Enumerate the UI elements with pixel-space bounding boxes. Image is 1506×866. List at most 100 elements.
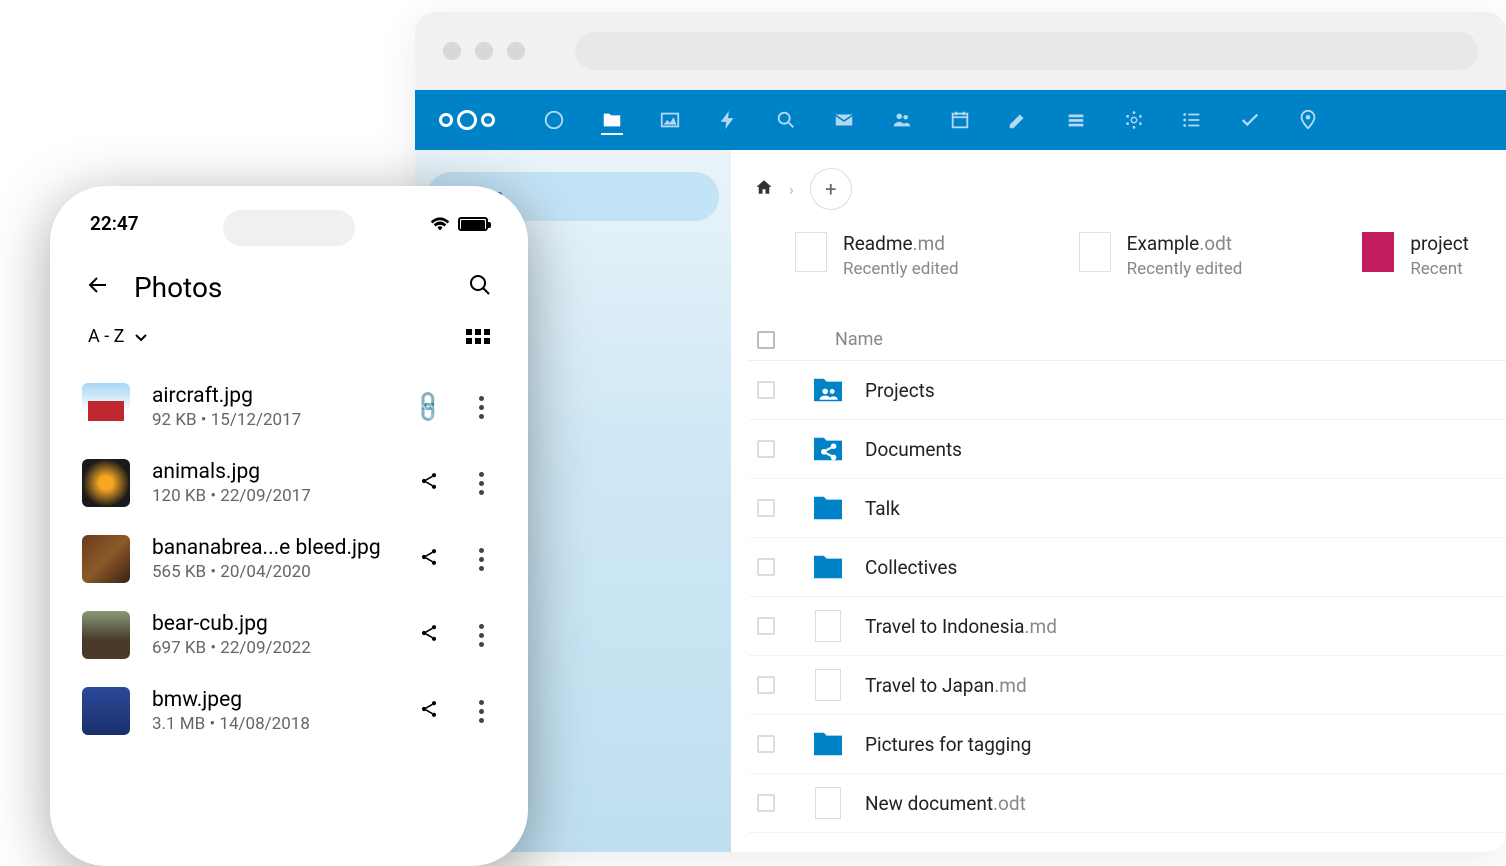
recent-thumb: [795, 232, 827, 272]
row-name: Projects: [865, 379, 935, 402]
row-name: Travel to Indonesia.md: [865, 615, 1057, 638]
recent-subtitle: Recently edited: [843, 259, 959, 279]
file-meta: 92 KB • 15/12/2017: [152, 410, 392, 430]
contacts-icon[interactable]: [891, 109, 913, 131]
files-icon[interactable]: [601, 113, 623, 135]
browser-chrome: [415, 12, 1506, 90]
menu-button[interactable]: [479, 548, 484, 571]
menu-button[interactable]: [479, 472, 484, 495]
top-nav: [415, 90, 1506, 150]
photos-icon[interactable]: [659, 109, 681, 131]
menu-button[interactable]: [479, 396, 484, 419]
link-icon[interactable]: 🔗: [410, 388, 447, 425]
search-button[interactable]: [468, 273, 492, 303]
url-bar[interactable]: [575, 32, 1478, 70]
row-name: Documents: [865, 438, 962, 461]
row-checkbox[interactable]: [757, 794, 775, 812]
phone-header: Photos: [74, 257, 504, 326]
phone-frame: 22:47 Photos A - Z aircraft.jpg 92 KB • …: [50, 186, 528, 866]
share-icon[interactable]: [419, 699, 439, 723]
add-button[interactable]: +: [810, 168, 852, 210]
sort-button[interactable]: A - Z: [88, 326, 148, 347]
table-row[interactable]: Travel to Japan.md: [749, 656, 1506, 715]
row-checkbox[interactable]: [757, 381, 775, 399]
file-thumb: [82, 687, 130, 735]
mail-icon[interactable]: [833, 109, 855, 131]
folder-users-icon: [811, 375, 845, 405]
recent-subtitle: Recent: [1410, 259, 1469, 279]
file-name: animals.jpg: [152, 460, 392, 484]
table-row[interactable]: Travel to Indonesia.md: [749, 597, 1506, 656]
row-checkbox[interactable]: [757, 440, 775, 458]
table-row[interactable]: Projects: [749, 361, 1506, 420]
notes-icon[interactable]: [1007, 109, 1029, 131]
table-header: Name: [749, 319, 1506, 361]
recent-item[interactable]: project Recent: [1362, 232, 1469, 279]
file-thumb: [82, 611, 130, 659]
search-icon[interactable]: [775, 109, 797, 131]
activity-icon[interactable]: [717, 109, 739, 131]
file-row[interactable]: bear-cub.jpg 697 KB • 22/09/2022: [74, 597, 504, 673]
file-meta: 3.1 MB • 14/08/2018: [152, 714, 392, 734]
collectives-icon[interactable]: [1123, 109, 1145, 131]
doc-icon: [811, 611, 845, 641]
recent-name: Example.odt: [1127, 232, 1243, 255]
list-icon[interactable]: [1181, 109, 1203, 131]
share-icon[interactable]: [419, 471, 439, 495]
recent-item[interactable]: Readme.md Recently edited: [795, 232, 959, 279]
file-row[interactable]: animals.jpg 120 KB • 22/09/2017: [74, 445, 504, 521]
grid-view-button[interactable]: [466, 329, 490, 344]
dashboard-icon[interactable]: [543, 109, 565, 131]
file-name: bear-cub.jpg: [152, 612, 392, 636]
status-time: 22:47: [90, 212, 139, 235]
row-checkbox[interactable]: [757, 499, 775, 517]
file-row[interactable]: bmw.jpeg 3.1 MB • 14/08/2018: [74, 673, 504, 749]
file-row[interactable]: bananabrea...e bleed.jpg 565 KB • 20/04/…: [74, 521, 504, 597]
share-icon[interactable]: [419, 547, 439, 571]
table-row[interactable]: Pictures for tagging: [749, 715, 1506, 774]
row-checkbox[interactable]: [757, 617, 775, 635]
traffic-light-maximize[interactable]: [507, 42, 525, 60]
file-name: bmw.jpeg: [152, 688, 392, 712]
deck-icon[interactable]: [1065, 109, 1087, 131]
file-row[interactable]: aircraft.jpg 92 KB • 15/12/2017 🔗: [74, 369, 504, 445]
back-button[interactable]: [86, 273, 110, 303]
recent-files: Readme.md Recently edited Example.odt Re…: [749, 232, 1506, 279]
tasks-icon[interactable]: [1239, 109, 1261, 131]
recent-name: project: [1410, 232, 1469, 255]
maps-icon[interactable]: [1297, 109, 1319, 131]
recent-name: Readme.md: [843, 232, 959, 255]
wifi-icon: [430, 217, 450, 231]
select-all-checkbox[interactable]: [757, 331, 775, 349]
row-checkbox[interactable]: [757, 676, 775, 694]
share-icon[interactable]: [419, 623, 439, 647]
file-name: bananabrea...e bleed.jpg: [152, 536, 392, 560]
nextcloud-logo[interactable]: [439, 110, 495, 130]
menu-button[interactable]: [479, 700, 484, 723]
column-name[interactable]: Name: [835, 329, 883, 350]
doc-icon: [811, 670, 845, 700]
table-row[interactable]: New document.odt: [749, 774, 1506, 833]
file-thumb: [82, 535, 130, 583]
chevron-right-icon: ›: [789, 180, 794, 199]
phone-title: Photos: [134, 271, 222, 304]
table-row[interactable]: Talk: [749, 479, 1506, 538]
table-row[interactable]: Collectives: [749, 538, 1506, 597]
row-checkbox[interactable]: [757, 735, 775, 753]
row-name: Collectives: [865, 556, 957, 579]
menu-button[interactable]: [479, 624, 484, 647]
table-row[interactable]: Documents: [749, 420, 1506, 479]
folder-icon: [811, 729, 845, 759]
traffic-light-minimize[interactable]: [475, 42, 493, 60]
file-thumb: [82, 459, 130, 507]
recent-subtitle: Recently edited: [1127, 259, 1243, 279]
folder-icon: [811, 493, 845, 523]
traffic-light-close[interactable]: [443, 42, 461, 60]
recent-item[interactable]: Example.odt Recently edited: [1079, 232, 1243, 279]
row-checkbox[interactable]: [757, 558, 775, 576]
home-icon[interactable]: [755, 178, 773, 201]
doc-icon: [811, 788, 845, 818]
folder-share-icon: [811, 434, 845, 464]
calendar-icon[interactable]: [949, 109, 971, 131]
file-thumb: [82, 383, 130, 431]
